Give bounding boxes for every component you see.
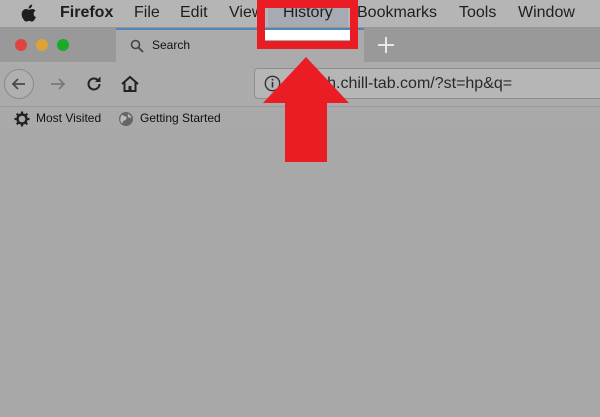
reload-icon[interactable]: [84, 74, 104, 94]
menu-file[interactable]: File: [134, 4, 160, 22]
gear-icon: [14, 111, 30, 127]
menu-bookmarks[interactable]: Bookmarks: [357, 4, 437, 22]
close-window-button[interactable]: [15, 39, 27, 51]
bookmark-label: Most Visited: [36, 111, 102, 125]
red-up-arrow-icon: [263, 57, 349, 162]
back-arrow-icon: [11, 78, 25, 90]
bookmark-getting-started[interactable]: Getting Started: [118, 111, 238, 127]
zoom-window-button[interactable]: [57, 39, 69, 51]
menu-app-name[interactable]: Firefox: [60, 4, 113, 22]
bookmark-most-visited[interactable]: Most Visited: [14, 111, 114, 127]
menu-tools[interactable]: Tools: [459, 4, 496, 22]
plus-icon[interactable]: [374, 33, 398, 57]
search-icon: [130, 39, 144, 53]
minimize-window-button[interactable]: [36, 39, 48, 51]
callout-highlight-box: [257, 0, 358, 49]
globe-icon: [119, 112, 133, 126]
home-icon[interactable]: [120, 74, 140, 94]
menu-window[interactable]: Window: [518, 4, 575, 22]
apple-logo-icon[interactable]: [21, 4, 37, 22]
bookmark-label: Getting Started: [140, 111, 221, 125]
forward-arrow-icon[interactable]: [48, 74, 68, 94]
page-content-area: [0, 131, 600, 417]
back-button[interactable]: [4, 69, 34, 99]
menu-edit[interactable]: Edit: [180, 4, 208, 22]
tab-label: Search: [152, 38, 191, 52]
